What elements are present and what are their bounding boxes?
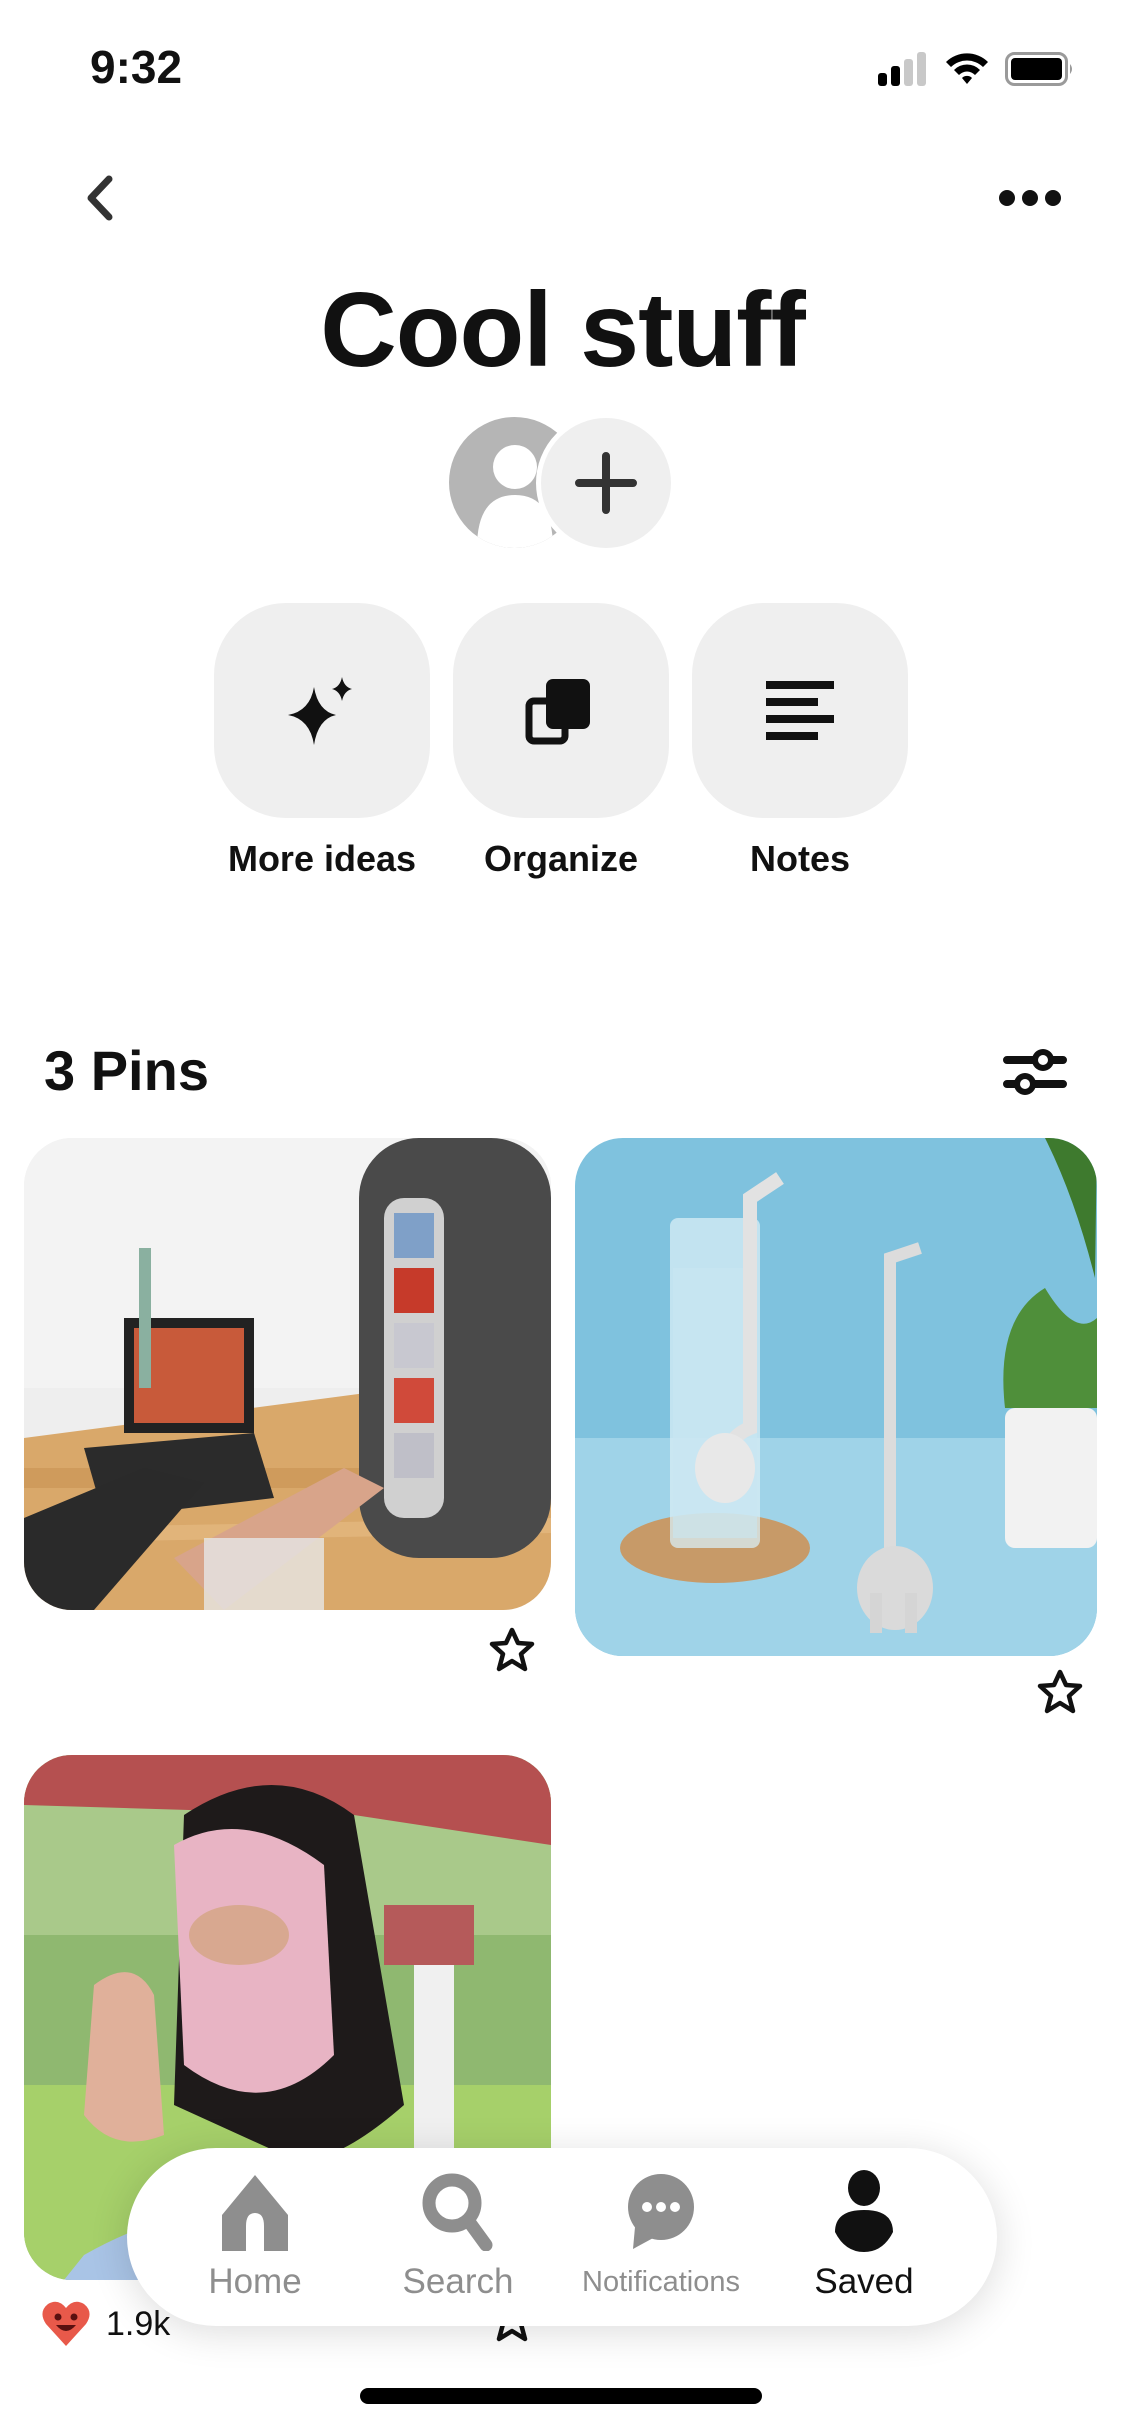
chat-bubble-icon xyxy=(628,2174,694,2249)
notes-label: Notes xyxy=(749,838,851,879)
organize-icon xyxy=(525,678,590,744)
filter-button[interactable] xyxy=(995,1033,1075,1111)
status-time: 9:32 xyxy=(90,41,183,93)
pin-card[interactable] xyxy=(575,1138,1097,1656)
pin-reactions: 1.9k xyxy=(40,2300,170,2348)
back-button[interactable] xyxy=(70,165,130,230)
pin-card[interactable] xyxy=(24,1138,551,1610)
pin-image-elephant-straw xyxy=(575,1138,1097,1656)
more-options-button[interactable] xyxy=(990,170,1070,225)
save-pin-button[interactable] xyxy=(1036,1668,1084,1716)
chevron-left-icon xyxy=(87,175,113,220)
organize-button[interactable] xyxy=(453,603,669,818)
organize-label: Organize xyxy=(483,838,639,879)
tab-home[interactable]: Home xyxy=(155,2148,355,2326)
wifi-icon xyxy=(944,50,990,86)
star-outline-icon xyxy=(489,1627,535,1672)
search-icon xyxy=(422,2173,493,2251)
filter-sliders-icon xyxy=(1003,1049,1067,1095)
tab-saved-label: Saved xyxy=(814,2262,914,2301)
tab-saved[interactable]: Saved xyxy=(764,2148,964,2326)
more-ideas-label: More ideas xyxy=(227,838,417,879)
home-indicator xyxy=(360,2388,762,2404)
cellular-signal-icon xyxy=(878,52,928,86)
battery-icon xyxy=(1005,52,1075,86)
tab-search-label: Search xyxy=(402,2262,514,2301)
tab-notifications-label: Notifications xyxy=(582,2266,740,2298)
heart-smile-icon xyxy=(42,2301,90,2346)
person-icon xyxy=(835,2170,893,2252)
plus-icon xyxy=(575,452,637,514)
more-ideas-button[interactable] xyxy=(214,603,430,818)
star-outline-icon xyxy=(1037,1669,1083,1714)
board-title: Cool stuff xyxy=(320,271,806,389)
tab-home-label: Home xyxy=(208,2262,302,2301)
pin-image-vending-machine xyxy=(24,1138,551,1610)
bottom-tab-bar: Home Search Notifications Saved xyxy=(127,2148,997,2326)
notes-button[interactable] xyxy=(692,603,908,818)
save-pin-button[interactable] xyxy=(488,1626,536,1674)
home-icon xyxy=(222,2175,288,2251)
ellipsis-icon xyxy=(999,189,1061,206)
tab-search[interactable]: Search xyxy=(358,2148,558,2326)
pins-count: 3 Pins xyxy=(44,1039,209,1102)
notes-icon xyxy=(766,680,834,740)
tab-notifications[interactable]: Notifications xyxy=(561,2148,761,2326)
sparkles-icon xyxy=(288,676,352,745)
add-collaborator-button[interactable] xyxy=(536,413,676,553)
